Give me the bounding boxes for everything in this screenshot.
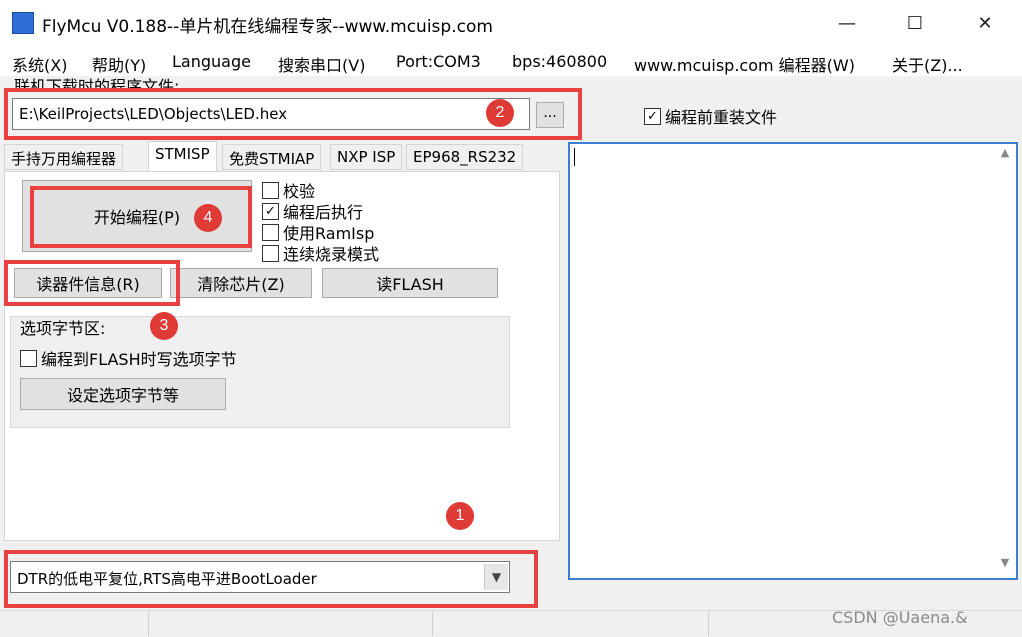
tab-stmisp[interactable]: STMISP	[148, 141, 217, 172]
close-button[interactable]: ✕	[962, 0, 1008, 46]
tab-handheld-programmer[interactable]: 手持万用编程器	[4, 144, 124, 170]
minimize-button[interactable]: —	[824, 0, 870, 46]
watermark: CSDN @Uaena.&	[832, 608, 968, 627]
app-logo-icon	[12, 12, 34, 34]
read-flash-button[interactable]: 读FLASH	[322, 268, 498, 298]
maximize-button[interactable]: ☐	[892, 0, 938, 46]
status-divider	[708, 612, 709, 636]
continuous-burn-label: 连续烧录模式	[283, 245, 380, 264]
annotation-badge-4: 4	[194, 204, 222, 232]
use-ramisp-check-icon	[262, 223, 279, 241]
menu-programmer[interactable]: www.mcuisp.com 编程器(W)	[634, 52, 855, 76]
tab-ep968-rs232[interactable]: EP968_RS232	[406, 144, 524, 170]
run-after-check-icon: ✓	[262, 202, 279, 220]
erase-chip-button[interactable]: 清除芯片(Z)	[170, 268, 312, 298]
menu-language[interactable]: Language	[172, 52, 251, 71]
menu-help[interactable]: 帮助(Y)	[92, 52, 146, 76]
tab-free-stmiap[interactable]: 免费STMIAP	[222, 144, 322, 170]
log-output[interactable]	[568, 142, 1018, 580]
verify-check-icon	[262, 181, 279, 199]
annotation-box-reset-mode	[4, 550, 538, 608]
continuous-burn-checkbox[interactable]: 连续烧录模式	[262, 241, 379, 265]
status-divider	[432, 612, 433, 636]
option-bytes-title: 选项字节区:	[20, 319, 106, 338]
write-option-bytes-checkbox[interactable]: 编程到FLASH时写选项字节	[20, 346, 237, 370]
continuous-burn-check-icon	[262, 244, 279, 262]
menu-system[interactable]: 系统(X)	[12, 52, 67, 76]
tab-nxp-isp[interactable]: NXP ISP	[330, 144, 403, 170]
annotation-box-read-info	[4, 260, 180, 306]
annotation-badge-2: 2	[486, 99, 514, 127]
status-divider	[148, 612, 149, 636]
write-option-bytes-check-icon	[20, 349, 37, 367]
menu-baud-rate[interactable]: bps:460800	[512, 52, 607, 71]
write-option-bytes-label: 编程到FLASH时写选项字节	[41, 350, 237, 369]
reload-file-checkbox[interactable]: ✓ 编程前重装文件	[644, 104, 777, 128]
menu-search-port[interactable]: 搜索串口(V)	[278, 52, 365, 76]
annotation-badge-1: 1	[446, 502, 474, 530]
scroll-up-icon[interactable]: ▲	[996, 146, 1014, 164]
set-option-bytes-button[interactable]: 设定选项字节等	[20, 378, 226, 410]
reload-file-label: 编程前重装文件	[665, 108, 778, 127]
reload-file-check-icon: ✓	[644, 107, 661, 125]
menu-bar	[0, 46, 1022, 76]
scroll-down-icon[interactable]: ▼	[996, 556, 1014, 574]
annotation-badge-3: 3	[150, 312, 178, 340]
menu-port[interactable]: Port:COM3	[396, 52, 481, 71]
text-caret	[574, 148, 575, 166]
window-title: FlyMcu V0.188--单片机在线编程专家--www.mcuisp.com	[42, 17, 493, 37]
menu-about[interactable]: 关于(Z)...	[892, 52, 963, 76]
